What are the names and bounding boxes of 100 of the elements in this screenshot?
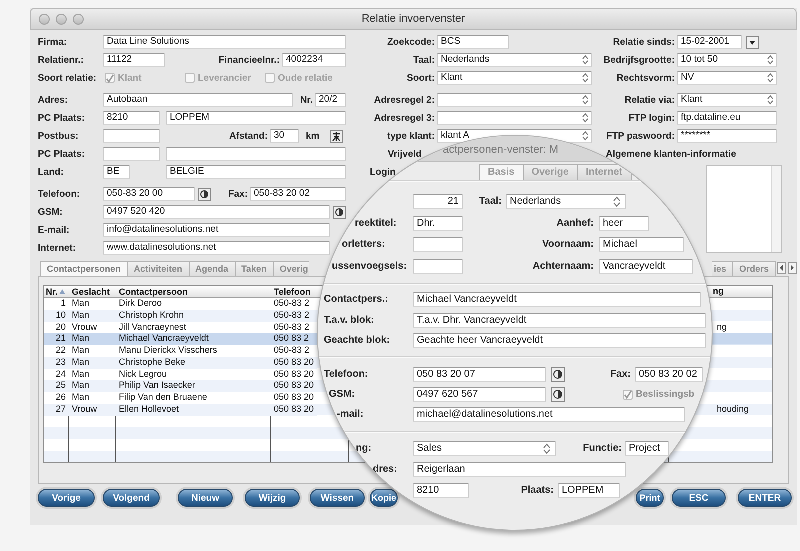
table-row[interactable]: 21 Man Michael Vancraeyveldt 050 83 2	[44, 333, 318, 345]
text-field[interactable]: 11122	[103, 53, 165, 67]
text-field[interactable]: 21	[413, 194, 463, 209]
dial-button-icon[interactable]	[198, 188, 211, 200]
column-header[interactable]: ng	[713, 286, 724, 298]
text-field[interactable]: BCS	[437, 35, 509, 49]
text-field[interactable]: BELGIE	[166, 165, 346, 179]
column-header[interactable]: Nr.	[46, 286, 58, 298]
column-header[interactable]: Contactpersoon	[119, 286, 188, 298]
action-button[interactable]: Volgend	[103, 489, 160, 507]
column-header[interactable]: Geslacht	[72, 286, 110, 298]
text-field[interactable]: Autobaan	[103, 93, 293, 107]
text-field[interactable]: 050-83 20 02	[250, 187, 346, 201]
text-field[interactable]: Data Line Solutions	[103, 35, 346, 49]
column-header[interactable]: Telefoon	[274, 286, 311, 298]
text-field[interactable]: BE	[103, 165, 130, 179]
minimize-button[interactable]	[56, 14, 67, 24]
action-button[interactable]: Nieuw	[178, 489, 233, 507]
table-cell: Man	[72, 392, 90, 404]
table-cell: Michael Vancraeyveldt	[119, 333, 209, 345]
text-field[interactable]	[103, 129, 160, 143]
text-field[interactable]	[413, 237, 463, 252]
stepper-icon	[542, 442, 552, 456]
text-field[interactable]: 30	[270, 129, 299, 143]
scroll-left-icon[interactable]	[777, 262, 786, 274]
field-label: Taal:	[479, 196, 502, 207]
text-field[interactable]: info@datalinesolutions.net	[103, 223, 330, 237]
text-field[interactable]: Reigerlaan	[413, 462, 626, 477]
text-field[interactable]	[103, 147, 160, 161]
close-button[interactable]	[39, 14, 50, 24]
field-label: Internet:	[38, 242, 76, 254]
text-field[interactable]: ********	[677, 129, 777, 143]
field-label: Financieelnr.:	[218, 54, 280, 66]
action-button[interactable]: Kopie	[370, 489, 398, 507]
table-cell: 050-83 2	[274, 310, 310, 322]
dropdown-field[interactable]: Nederlands	[506, 194, 626, 209]
table-cell: Man	[72, 345, 90, 357]
field-label: Vrijveld	[388, 148, 422, 160]
text-field[interactable]: 050-83 20 00	[103, 187, 195, 201]
text-field[interactable]	[413, 259, 463, 274]
text-field[interactable]: 8210	[103, 111, 160, 125]
stepper-icon	[581, 72, 590, 84]
dropdown-field[interactable]: 10 tot 50	[677, 53, 777, 67]
checkmark-icon	[624, 390, 632, 399]
text-field[interactable]: Dhr.	[413, 216, 463, 231]
table-cell: Man	[72, 298, 90, 310]
text-field[interactable]: Michael Vancraeyveldt	[413, 292, 701, 307]
action-button[interactable]: Wissen	[310, 489, 365, 507]
table-cell: Christophe Beke	[119, 356, 186, 368]
dropdown-field[interactable]	[437, 111, 592, 125]
text-field[interactable]: T.a.v. Dhr. Vancraeyveldt	[413, 313, 706, 328]
zoom-button[interactable]	[73, 14, 84, 24]
action-button[interactable]: ENTER	[738, 489, 792, 507]
date-field[interactable]: 15-02-2001	[677, 35, 742, 49]
text-field[interactable]: heer	[599, 216, 649, 231]
text-field[interactable]: ftp.dataline.eu	[677, 111, 777, 125]
text-field[interactable]: 0497 620 567	[413, 387, 546, 402]
dial-button-icon[interactable]	[551, 367, 565, 382]
action-button[interactable]: Wijzig	[245, 489, 300, 507]
window-title: Relatie invoervenster	[360, 13, 466, 25]
dropdown-button-icon[interactable]	[746, 36, 759, 48]
text-field[interactable]: Geachte heer Vancraeyveldt	[413, 333, 706, 348]
text-field[interactable]: LOPPEM	[558, 483, 620, 498]
text-field[interactable]: 050 83 20 07	[413, 367, 546, 382]
scroll-right-icon[interactable]	[788, 262, 797, 274]
table-cell: Philip Van Isaecker	[119, 380, 196, 392]
action-button[interactable]: ESC	[672, 489, 726, 507]
table-row[interactable]: 24 Man Nick Legrou 050 83 20	[44, 368, 317, 380]
signpost-icon[interactable]	[330, 130, 343, 142]
dropdown-field[interactable]: Sales	[413, 441, 556, 456]
dropdown-field[interactable]: Klant	[437, 71, 592, 85]
dropdown-field[interactable]	[437, 93, 592, 107]
field-label: GSM:	[329, 389, 356, 400]
dropdown-field[interactable]: Nederlands	[437, 53, 592, 67]
text-field[interactable]: www.datalinesolutions.net	[103, 241, 330, 255]
action-button[interactable]: Vorige	[38, 489, 95, 507]
table-cell: Man	[72, 356, 90, 368]
dropdown-field[interactable]: Klant	[677, 93, 777, 107]
table-row[interactable]: 20 Vrouw Jill Vancraeynest 050-83 2	[44, 322, 317, 334]
text-field[interactable]: Michael	[599, 237, 684, 252]
text-field[interactable]: LOPPEM	[166, 111, 346, 125]
text-field[interactable]: 050 83 20 02	[635, 367, 703, 382]
action-button[interactable]: Print	[636, 489, 664, 507]
tab[interactable]: Contactpersonen	[40, 261, 128, 276]
dial-button-icon[interactable]	[333, 206, 346, 218]
text-field[interactable]: 8210	[413, 483, 469, 498]
field-label: Adresregel 2:	[374, 94, 435, 106]
text-field[interactable]: Vancraeyveldt	[599, 259, 693, 274]
text-field[interactable]	[166, 147, 346, 161]
text-field[interactable]: 20/2	[315, 93, 346, 107]
text-field[interactable]: Project	[625, 441, 669, 456]
table-cell: 050 83 20	[274, 380, 314, 392]
text-field[interactable]: 0497 520 420	[103, 205, 330, 219]
dropdown-field[interactable]: NV	[677, 71, 777, 85]
text-field[interactable]: michael@datalinesolutions.net	[413, 407, 685, 422]
field-label: Land:	[38, 166, 64, 178]
text-area[interactable]	[706, 165, 782, 253]
dial-button-icon[interactable]	[551, 387, 565, 402]
table-cell: 25	[56, 380, 66, 392]
text-field[interactable]: 4002234	[282, 53, 346, 67]
